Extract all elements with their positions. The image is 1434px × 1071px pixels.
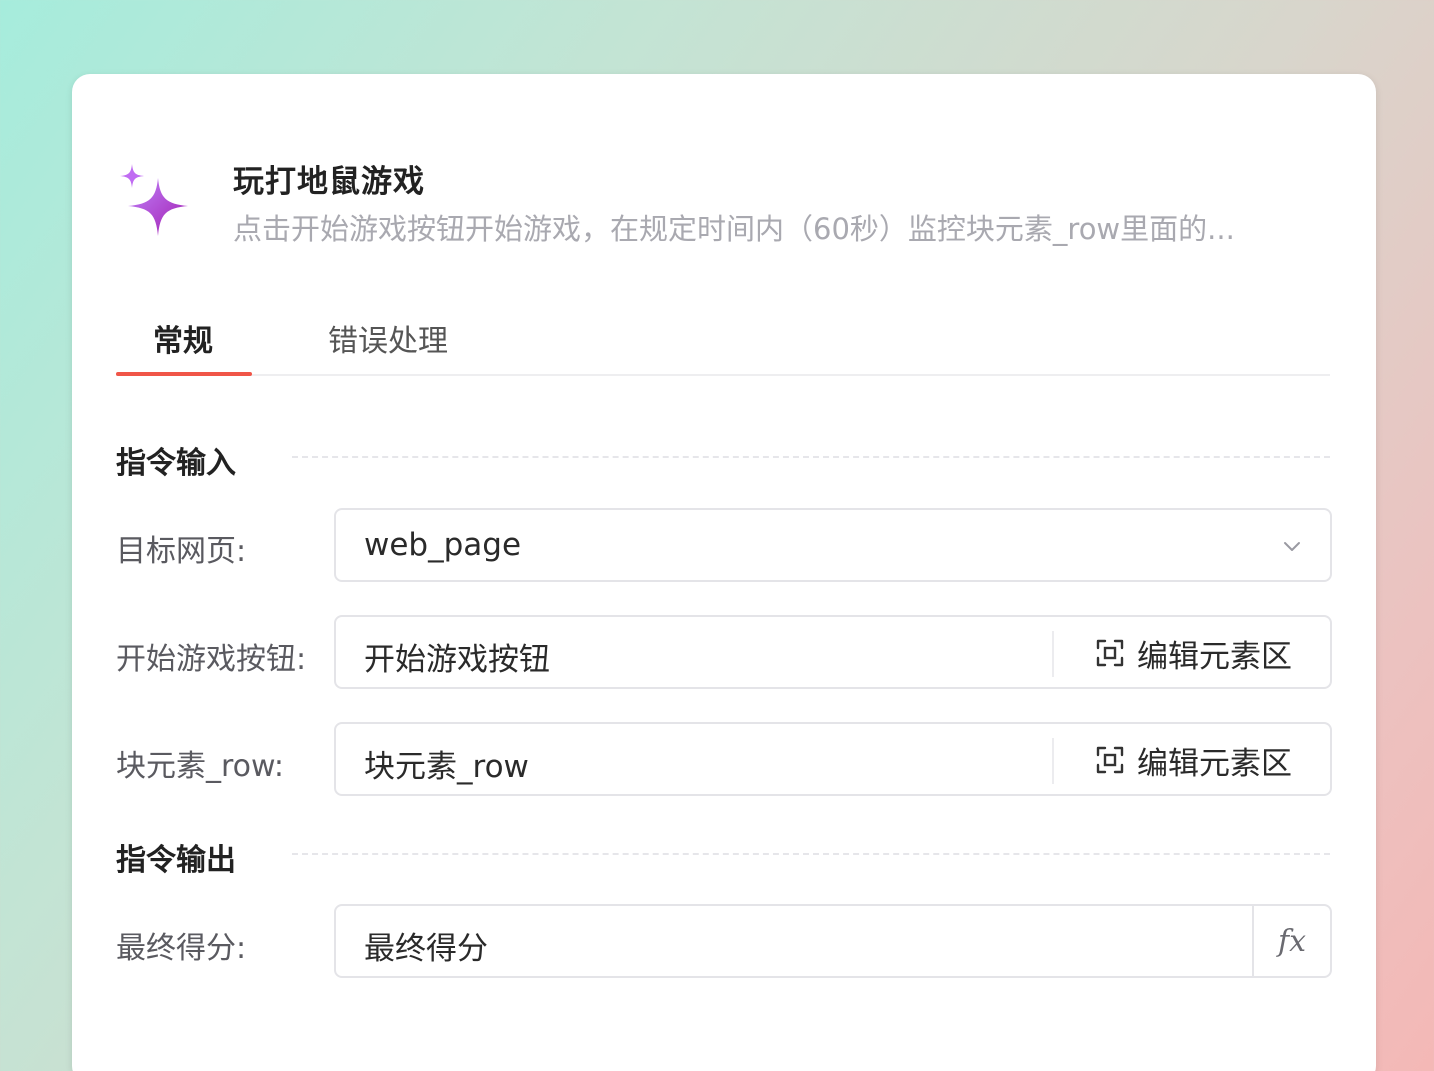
section-divider-input [292, 456, 1330, 458]
section-divider-output [292, 853, 1330, 855]
field-divider [1052, 738, 1054, 784]
sparkle-icon [120, 164, 188, 236]
active-tab-indicator [116, 372, 252, 376]
final-score-value: 最终得分 [364, 931, 488, 967]
final-score-label: 最终得分: [116, 931, 247, 966]
section-title-input: 指令输入 [116, 446, 236, 481]
field-divider [1052, 631, 1054, 677]
edit-element-button[interactable]: 编辑元素区 [1095, 740, 1292, 782]
start-button-value: 开始游戏按钮 [364, 642, 550, 678]
section-title-output: 指令输出 [116, 843, 236, 878]
edit-element-label: 编辑元素区 [1137, 745, 1292, 782]
chevron-down-icon [1284, 542, 1300, 551]
command-title: 玩打地鼠游戏 [233, 164, 425, 200]
target-page-select[interactable]: web_page [334, 508, 1332, 582]
tab-error-handling[interactable]: 错误处理 [328, 316, 448, 360]
target-page-value: web_page [364, 527, 522, 563]
command-card: 玩打地鼠游戏 点击开始游戏按钮开始游戏，在规定时间内（60秒）监控块元素_row… [72, 74, 1376, 1071]
command-header: 玩打地鼠游戏 点击开始游戏按钮开始游戏，在规定时间内（60秒）监控块元素_row… [116, 156, 1336, 256]
start-button-label: 开始游戏按钮: [116, 642, 307, 677]
fx-button[interactable]: fx [1252, 906, 1330, 976]
focus-scan-icon [1096, 639, 1124, 667]
edit-element-button[interactable]: 编辑元素区 [1095, 633, 1292, 675]
command-description: 点击开始游戏按钮开始游戏，在规定时间内（60秒）监控块元素_row里面的... [233, 212, 1235, 246]
focus-scan-icon [1096, 746, 1124, 774]
target-page-label: 目标网页: [116, 534, 247, 569]
edit-element-label: 编辑元素区 [1137, 638, 1292, 675]
final-score-input[interactable]: 最终得分 fx [334, 904, 1332, 978]
block-row-value: 块元素_row [364, 749, 529, 785]
block-row-field[interactable]: 块元素_row 编辑元素区 [334, 722, 1332, 796]
start-button-field[interactable]: 开始游戏按钮 编辑元素区 [334, 615, 1332, 689]
tab-bar: 常规 错误处理 [116, 304, 1330, 376]
tab-general[interactable]: 常规 [153, 316, 213, 360]
block-row-label: 块元素_row: [116, 749, 285, 784]
